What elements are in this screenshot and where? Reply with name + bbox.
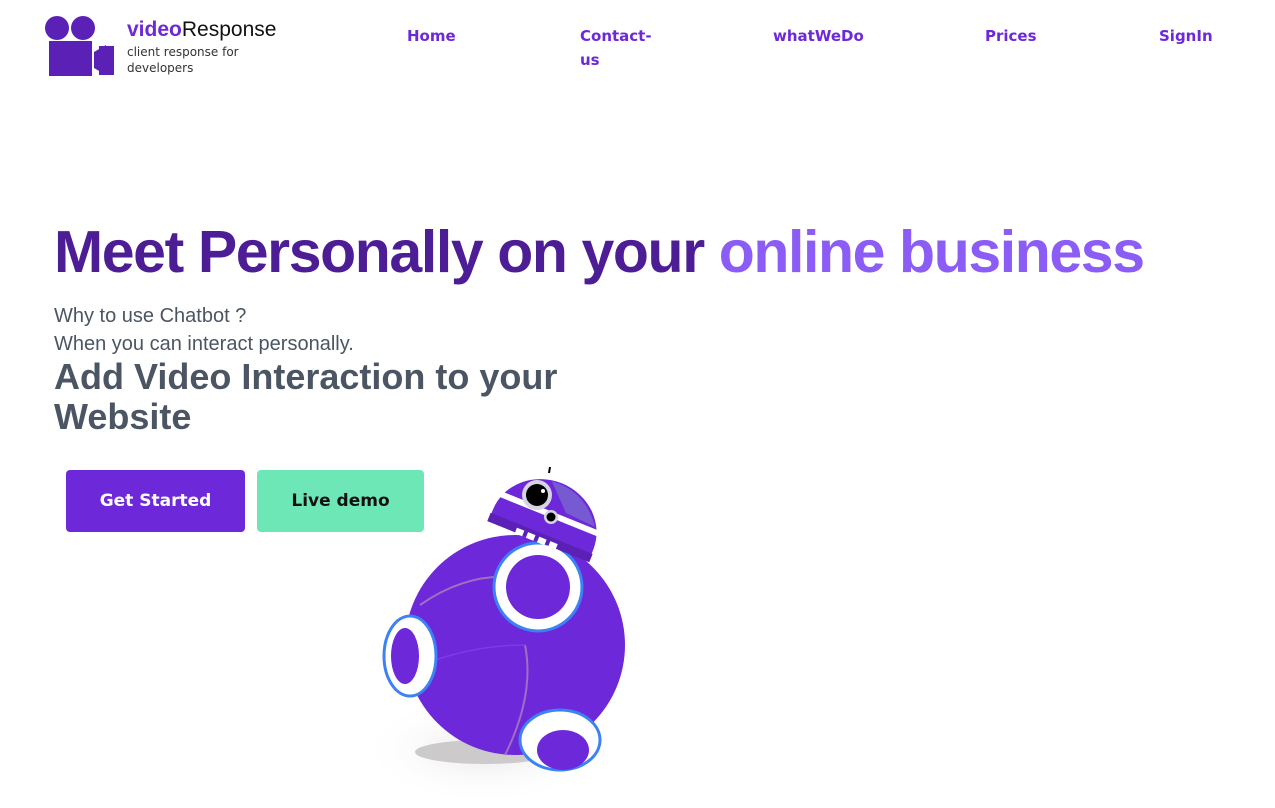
nav-contact-us[interactable]: Contact-us — [580, 24, 652, 72]
nav-home[interactable]: Home — [407, 24, 456, 48]
logo[interactable]: videoResponse client response for develo… — [44, 15, 284, 79]
logo-text: videoResponse client response for develo… — [127, 17, 276, 76]
hero-headline: Add Video Interaction to your Website — [54, 356, 558, 437]
brand-response: Response — [181, 18, 277, 41]
hero-title-main: Meet Personally on your — [54, 219, 719, 285]
bb8-robot-illustration — [360, 466, 625, 800]
hero-subtitle-question: Why to use Chatbot ? — [54, 305, 247, 327]
nav-sign-in[interactable]: SignIn — [1159, 24, 1213, 48]
video-camera-icon — [45, 16, 114, 76]
page: videoResponse client response for develo… — [0, 0, 1275, 808]
nav-prices[interactable]: Prices — [985, 24, 1037, 48]
brand-video: video — [127, 18, 182, 41]
tagline: client response for developers — [127, 45, 239, 75]
hero-title-accent: online business — [718, 219, 1145, 285]
nav-what-we-do[interactable]: whatWeDo — [773, 24, 864, 48]
hero-subtitle-answer: When you can interact personally. — [54, 333, 354, 355]
get-started-button[interactable]: Get Started — [66, 470, 245, 532]
hero-title: Meet Personally on your online business — [54, 217, 1145, 287]
brand-name: videoResponse — [127, 17, 276, 43]
